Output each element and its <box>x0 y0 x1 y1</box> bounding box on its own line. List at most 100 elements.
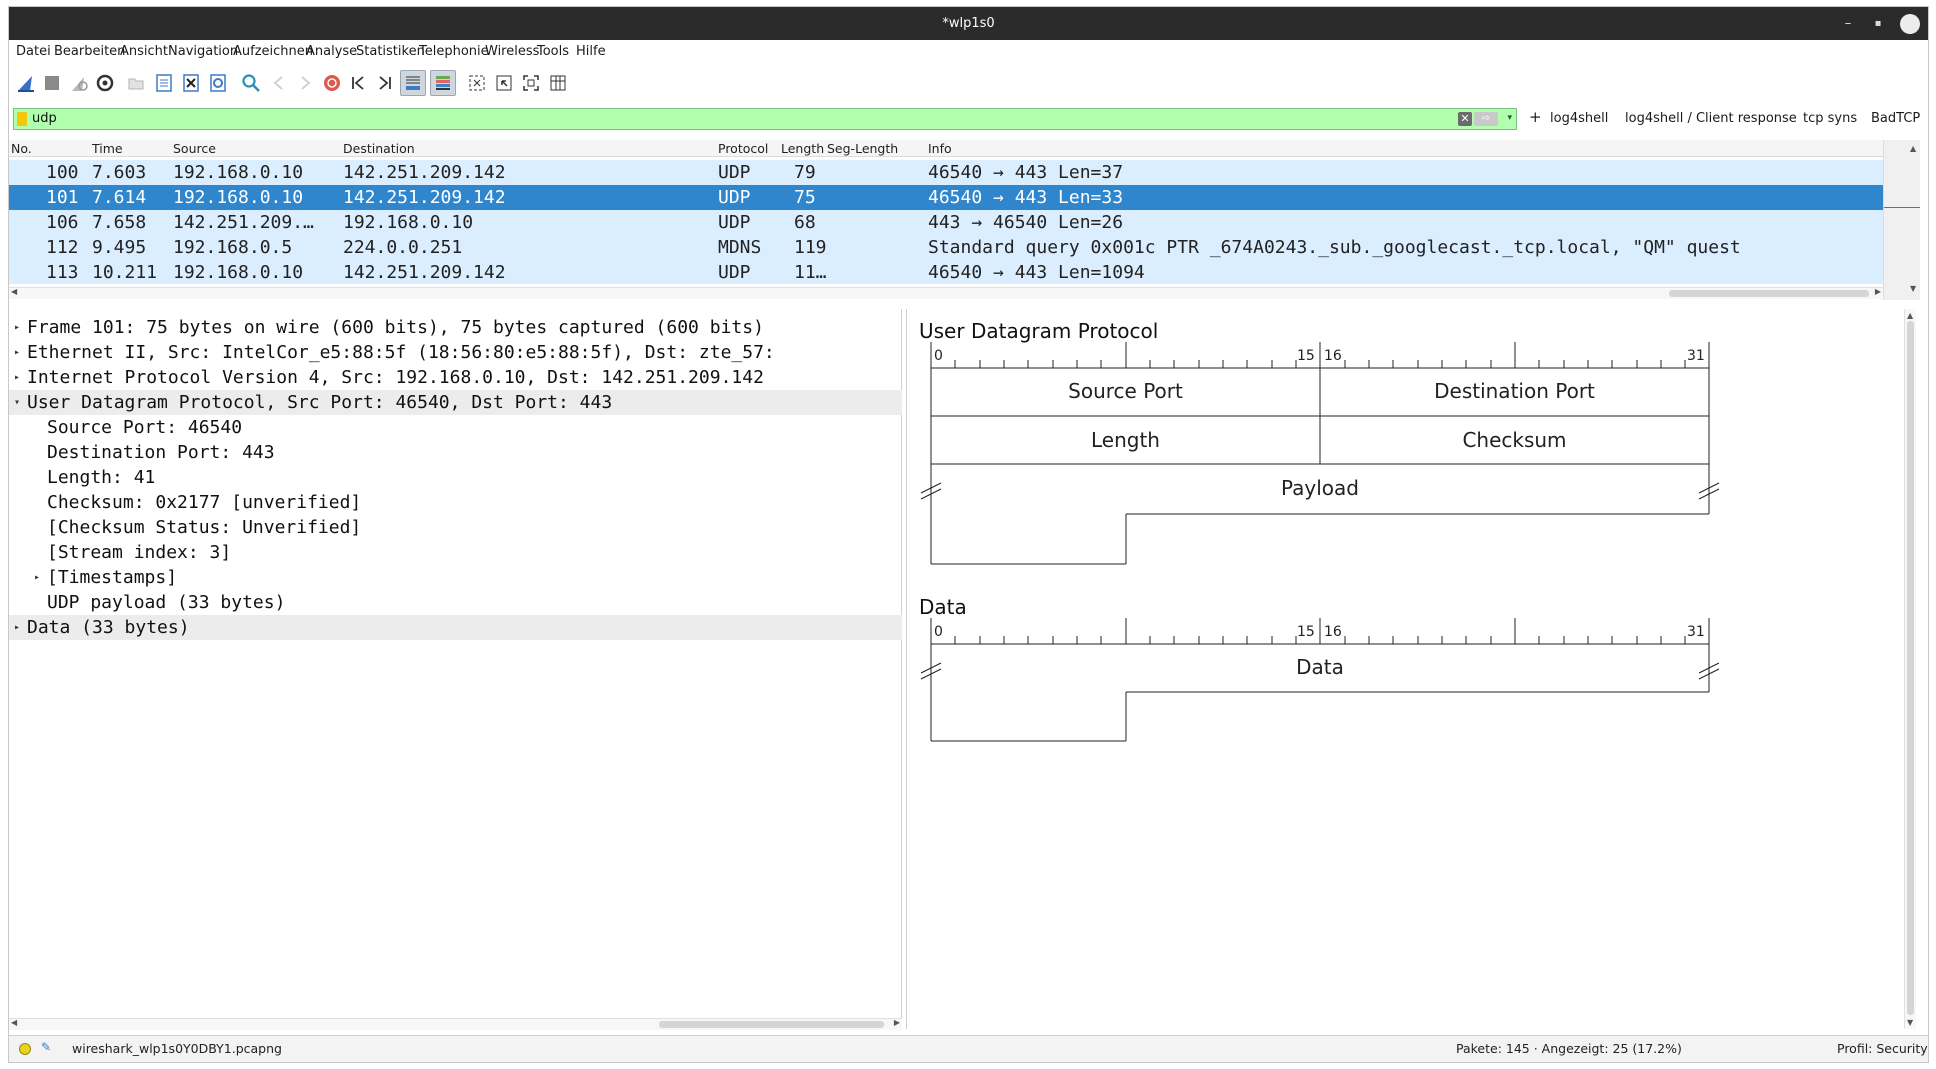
menu-datei[interactable]: Datei <box>16 44 51 59</box>
expand-arrow-icon[interactable]: ▸ <box>12 615 22 640</box>
column-seg-length[interactable]: Seg-Length <box>827 141 898 156</box>
field-source-port[interactable]: Source Port <box>931 379 1320 403</box>
filter-button-log4shell-client-response[interactable]: log4shell / Client response <box>1625 111 1797 126</box>
column-time[interactable]: Time <box>92 141 123 156</box>
tree-item-stream-index[interactable]: [Stream index: 3] <box>9 540 902 565</box>
clear-filter-icon[interactable]: ✕ <box>1458 112 1472 126</box>
expert-info-icon[interactable] <box>19 1043 31 1055</box>
scroll-down-icon[interactable]: ▼ <box>1907 1018 1913 1027</box>
tree-item-udp[interactable]: ▾ User Datagram Protocol, Src Port: 46540… <box>9 390 902 415</box>
menu-tools[interactable]: Tools <box>537 44 569 59</box>
status-profile[interactable]: Profil: Security <box>1837 1041 1928 1056</box>
shark-fin-start-icon[interactable] <box>13 70 39 96</box>
auto-scroll-icon[interactable] <box>400 70 426 96</box>
zoom-out-icon[interactable] <box>491 70 517 96</box>
filter-button-badtcp[interactable]: BadTCP <box>1871 111 1920 126</box>
maximize-button[interactable]: ▪ <box>1868 7 1888 40</box>
menu-aufzeichnen[interactable]: Aufzeichnen <box>233 44 313 59</box>
tree-item-udp-payload[interactable]: UDP payload (33 bytes) <box>9 590 902 615</box>
scroll-right-icon[interactable]: ▶ <box>1875 287 1881 296</box>
menu-statistiken[interactable]: Statistiken <box>356 44 425 59</box>
menu-hilfe[interactable]: Hilfe <box>576 44 606 59</box>
tree-item-timestamps[interactable]: ▸ [Timestamps] <box>9 565 902 590</box>
minimize-button[interactable]: – <box>1838 7 1858 40</box>
capture-options-icon[interactable] <box>92 70 118 96</box>
tree-item-checksum-status[interactable]: [Checksum Status: Unverified] <box>9 515 902 540</box>
scroll-left-icon[interactable]: ◀ <box>11 287 17 296</box>
column-source[interactable]: Source <box>173 141 216 156</box>
apply-filter-icon[interactable]: ⇨ <box>1474 112 1498 126</box>
tree-item-ipv4[interactable]: ▸ Internet Protocol Version 4, Src: 192.1… <box>9 365 902 390</box>
display-filter-input[interactable]: udp ✕ ⇨ ▾ <box>13 108 1517 130</box>
close-button[interactable] <box>1900 14 1920 34</box>
reload-file-icon[interactable] <box>205 70 231 96</box>
scroll-right-icon[interactable]: ▶ <box>894 1018 900 1027</box>
restart-capture-icon[interactable] <box>66 70 92 96</box>
close-file-icon[interactable] <box>178 70 204 96</box>
normal-size-icon[interactable] <box>518 70 544 96</box>
column-destination[interactable]: Destination <box>343 141 415 156</box>
details-horizontal-scrollbar[interactable]: ◀ ▶ <box>9 1018 902 1030</box>
menu-bearbeiten[interactable]: Bearbeiten <box>54 44 125 59</box>
expand-arrow-icon[interactable]: ▸ <box>32 565 42 590</box>
stop-capture-icon[interactable] <box>39 70 65 96</box>
packet-list-vertical-scrollbar[interactable]: ▲ ▼ <box>1883 140 1920 300</box>
packet-row[interactable]: 112 9.495 192.168.0.5 224.0.0.251 MDNS 1… <box>9 235 1883 260</box>
menu-analyse[interactable]: Analyse <box>306 44 357 59</box>
packet-row[interactable]: 113 10.211 192.168.0.10 142.251.209.142 … <box>9 260 1883 284</box>
collapse-arrow-icon[interactable]: ▾ <box>12 390 22 415</box>
column-length[interactable]: Length <box>781 141 824 156</box>
filter-history-dropdown-icon[interactable]: ▾ <box>1507 113 1512 123</box>
column-protocol[interactable]: Protocol <box>718 141 768 156</box>
open-file-icon[interactable] <box>123 70 149 96</box>
go-to-packet-icon[interactable] <box>319 70 345 96</box>
go-back-icon[interactable] <box>266 70 292 96</box>
tree-item-data[interactable]: ▸ Data (33 bytes) <box>9 615 902 640</box>
scroll-up-icon[interactable]: ▲ <box>1907 311 1913 320</box>
expand-arrow-icon[interactable]: ▸ <box>12 365 22 390</box>
colorize-icon[interactable] <box>430 70 456 96</box>
tree-item-frame[interactable]: ▸ Frame 101: 75 bytes on wire (600 bits),… <box>9 315 902 340</box>
go-forward-icon[interactable] <box>292 70 318 96</box>
first-packet-icon[interactable] <box>345 70 371 96</box>
scroll-thumb[interactable] <box>659 1021 884 1028</box>
scroll-left-icon[interactable]: ◀ <box>11 1018 17 1027</box>
expand-arrow-icon[interactable]: ▸ <box>12 340 22 365</box>
menu-navigation[interactable]: Navigation <box>168 44 238 59</box>
column-no[interactable]: No. <box>11 141 32 156</box>
filter-button-tcp-syns[interactable]: tcp syns <box>1803 111 1857 126</box>
tree-item-source-port[interactable]: Source Port: 46540 <box>9 415 902 440</box>
filter-text[interactable]: udp <box>32 111 57 126</box>
tree-item-destination-port[interactable]: Destination Port: 443 <box>9 440 902 465</box>
packet-row-selected[interactable]: 101 7.614 192.168.0.10 142.251.209.142 U… <box>9 185 1883 210</box>
resize-columns-icon[interactable] <box>545 70 571 96</box>
field-payload[interactable]: Payload <box>931 476 1709 500</box>
bookmark-icon[interactable] <box>17 112 27 126</box>
packet-row[interactable]: 100 7.603 192.168.0.10 142.251.209.142 U… <box>9 160 1883 185</box>
zoom-in-icon[interactable] <box>464 70 490 96</box>
packet-list-horizontal-scrollbar[interactable]: ◀ ▶ <box>9 287 1883 299</box>
menu-telephonie[interactable]: Telephonie <box>419 44 489 59</box>
menu-ansicht[interactable]: Ansicht <box>120 44 168 59</box>
field-destination-port[interactable]: Destination Port <box>1320 379 1709 403</box>
menu-wireless[interactable]: Wireless <box>485 44 539 59</box>
scroll-thumb[interactable] <box>1907 321 1914 1015</box>
scroll-down-icon[interactable]: ▼ <box>1910 284 1916 293</box>
scroll-thumb[interactable] <box>1669 290 1869 297</box>
field-checksum[interactable]: Checksum <box>1320 428 1709 452</box>
tree-item-length[interactable]: Length: 41 <box>9 465 902 490</box>
save-file-icon[interactable] <box>151 70 177 96</box>
filter-button-log4shell[interactable]: log4shell <box>1550 111 1608 126</box>
column-info[interactable]: Info <box>928 141 952 156</box>
diagram-vertical-scrollbar[interactable]: ▲ ▼ <box>1904 309 1916 1029</box>
packet-row[interactable]: 106 7.658 142.251.209.… 192.168.0.10 UDP… <box>9 210 1883 235</box>
field-length[interactable]: Length <box>931 428 1320 452</box>
find-packet-icon[interactable] <box>238 70 264 96</box>
field-data[interactable]: Data <box>931 655 1709 679</box>
add-filter-button-icon[interactable]: + <box>1529 108 1542 126</box>
comment-edit-icon[interactable]: ✎ <box>41 1040 51 1054</box>
expand-arrow-icon[interactable]: ▸ <box>12 315 22 340</box>
tree-item-ethernet[interactable]: ▸ Ethernet II, Src: IntelCor_e5:88:5f (18… <box>9 340 902 365</box>
scroll-up-icon[interactable]: ▲ <box>1910 144 1916 153</box>
tree-item-checksum[interactable]: Checksum: 0x2177 [unverified] <box>9 490 902 515</box>
